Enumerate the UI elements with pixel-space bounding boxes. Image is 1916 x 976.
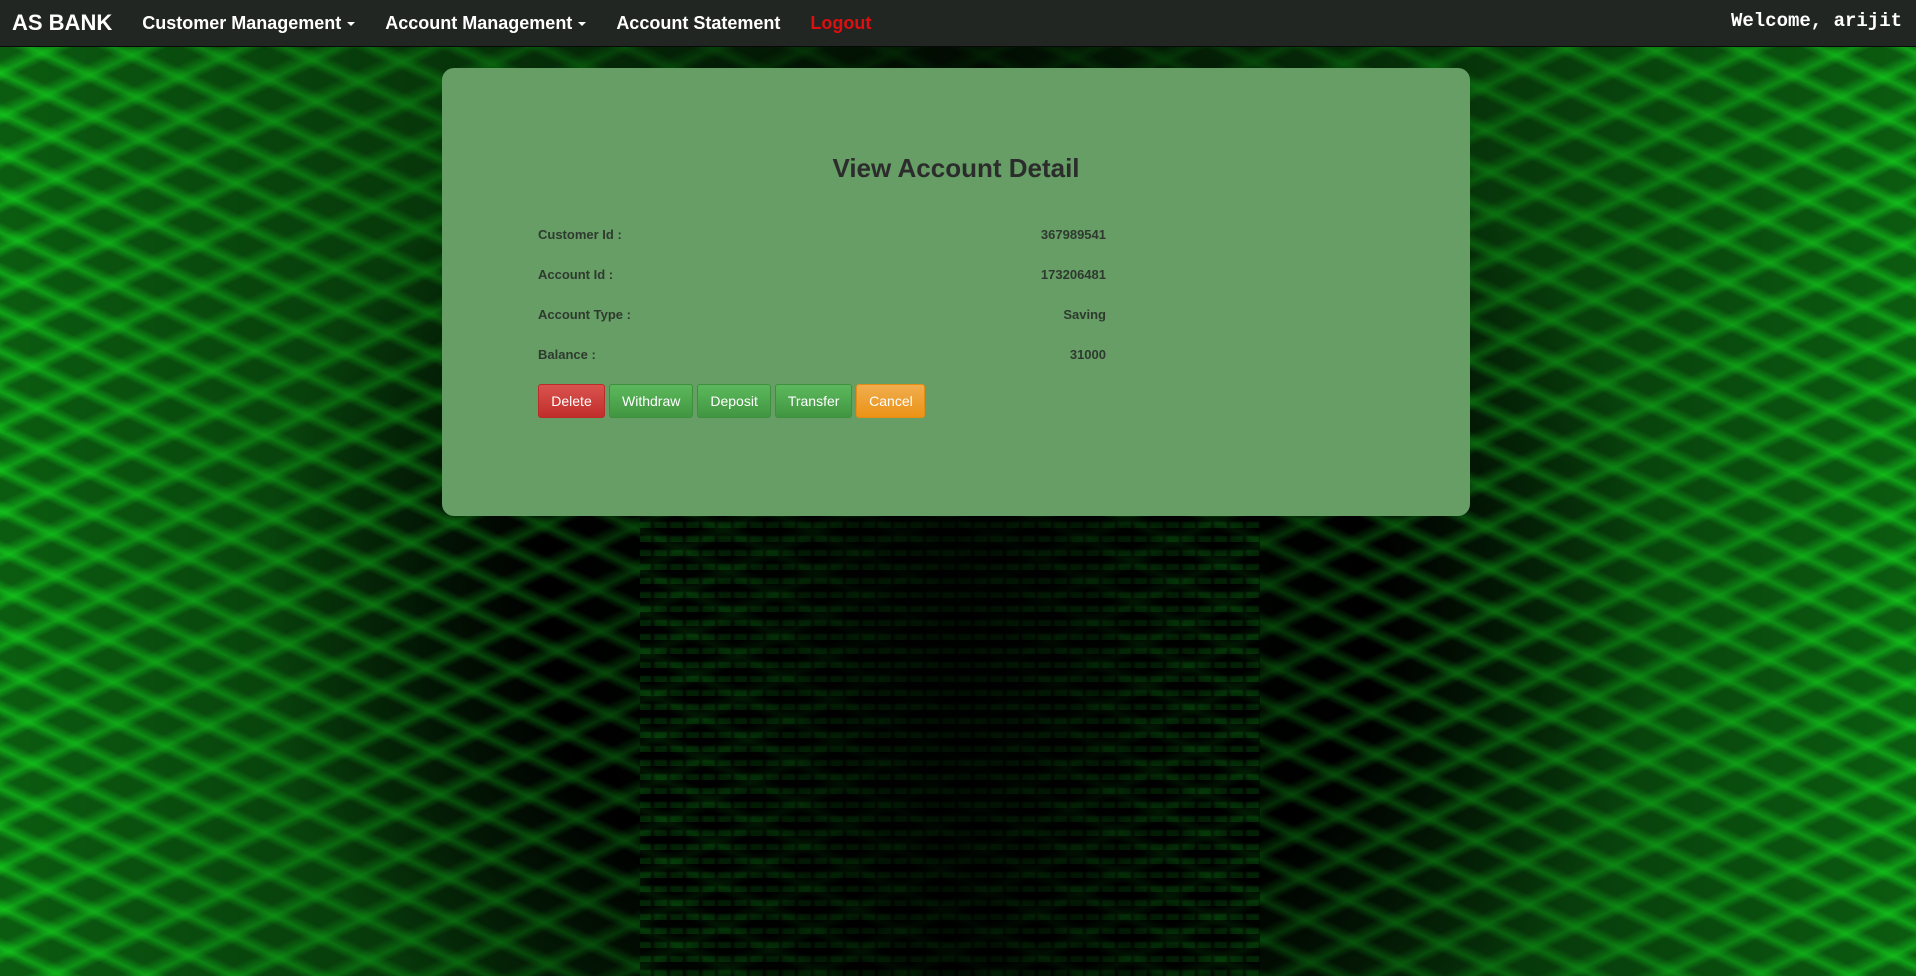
- nav-customer-management-label: Customer Management: [142, 12, 342, 33]
- cancel-button[interactable]: Cancel: [856, 384, 926, 418]
- account-id-row: Account Id : 173206481: [538, 267, 1106, 287]
- delete-button[interactable]: Delete: [538, 384, 605, 418]
- brand-logo[interactable]: AS BANK: [12, 10, 112, 36]
- account-id-label: Account Id :: [538, 267, 614, 282]
- nav-account-statement[interactable]: Account Statement: [616, 13, 780, 34]
- balance-row: Balance : 31000: [538, 347, 1106, 367]
- caret-down-icon: [347, 22, 356, 26]
- account-type-value: Saving: [1063, 307, 1106, 322]
- nav-account-statement-label: Account Statement: [616, 12, 781, 33]
- nav-account-management[interactable]: Account Management: [385, 12, 587, 34]
- caret-down-icon: [578, 22, 587, 26]
- nav-customer-management[interactable]: Customer Management: [142, 12, 356, 34]
- account-type-row: Account Type : Saving: [538, 307, 1106, 327]
- nav-account-management-label: Account Management: [385, 12, 573, 33]
- customer-id-value: 367989541: [1040, 227, 1106, 242]
- nav-logout-label: Logout: [810, 12, 872, 33]
- balance-value: 31000: [1069, 347, 1106, 362]
- top-navbar: AS BANK Customer Management Account Mana…: [0, 0, 1916, 47]
- withdraw-button[interactable]: Withdraw: [609, 384, 694, 418]
- account-detail-panel: View Account Detail Customer Id : 367989…: [442, 68, 1470, 516]
- action-buttons: Delete Withdraw Deposit Transfer Cancel: [538, 384, 929, 418]
- account-id-value: 173206481: [1040, 267, 1106, 282]
- customer-id-row: Customer Id : 367989541: [538, 227, 1106, 247]
- account-type-label: Account Type :: [538, 307, 631, 322]
- customer-id-label: Customer Id :: [538, 227, 622, 242]
- deposit-button[interactable]: Deposit: [697, 384, 771, 418]
- transfer-button[interactable]: Transfer: [774, 384, 853, 418]
- page-title: View Account Detail: [832, 153, 1080, 183]
- welcome-message: Welcome, arijit: [1730, 10, 1902, 32]
- balance-label: Balance :: [538, 347, 596, 362]
- nav-logout[interactable]: Logout: [810, 13, 871, 34]
